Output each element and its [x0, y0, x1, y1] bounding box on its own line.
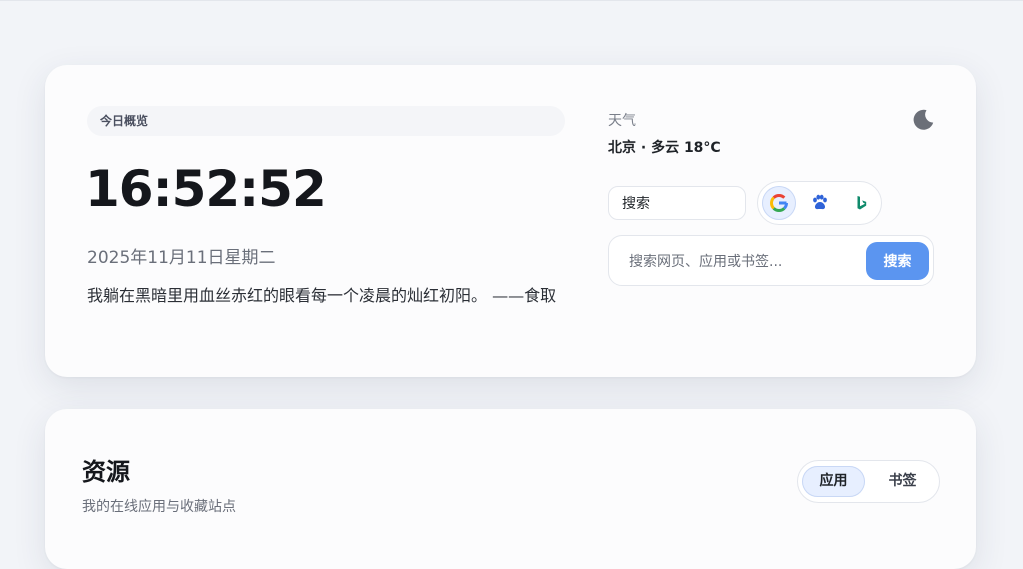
google-engine-button[interactable] — [762, 186, 796, 220]
tab-apps[interactable]: 应用 — [802, 466, 865, 497]
bing-engine-button[interactable] — [844, 186, 878, 220]
search-box: 搜索 — [608, 235, 934, 286]
search-button[interactable]: 搜索 — [866, 242, 929, 280]
resources-subtitle: 我的在线应用与收藏站点 — [82, 499, 236, 515]
date-text: 2025年11月11日星期二 — [87, 248, 276, 268]
daily-quote: 我躺在黑暗里用血丝赤红的眼看每一个凌晨的灿红初阳。 ——食取 — [87, 286, 557, 305]
search-engine-select[interactable]: 搜索 — [608, 186, 746, 220]
google-icon — [770, 194, 788, 212]
search-input[interactable] — [621, 245, 866, 279]
moon-icon — [913, 109, 934, 130]
resources-tab-group: 应用 书签 — [797, 460, 940, 503]
weather-value: 北京 · 多云 18°C — [608, 140, 721, 156]
resources-title: 资源 — [82, 458, 130, 486]
weather-label: 天气 — [608, 113, 636, 129]
bing-icon — [857, 196, 867, 210]
tab-bookmarks[interactable]: 书签 — [871, 466, 934, 497]
baidu-engine-button[interactable] — [803, 186, 837, 220]
overview-label: 今日概览 — [87, 106, 565, 136]
baidu-icon — [813, 194, 827, 210]
theme-toggle-button[interactable] — [910, 107, 936, 133]
top-divider — [0, 0, 1023, 1]
clock: 16:52:52 — [85, 160, 327, 218]
search-engine-group — [757, 181, 882, 225]
